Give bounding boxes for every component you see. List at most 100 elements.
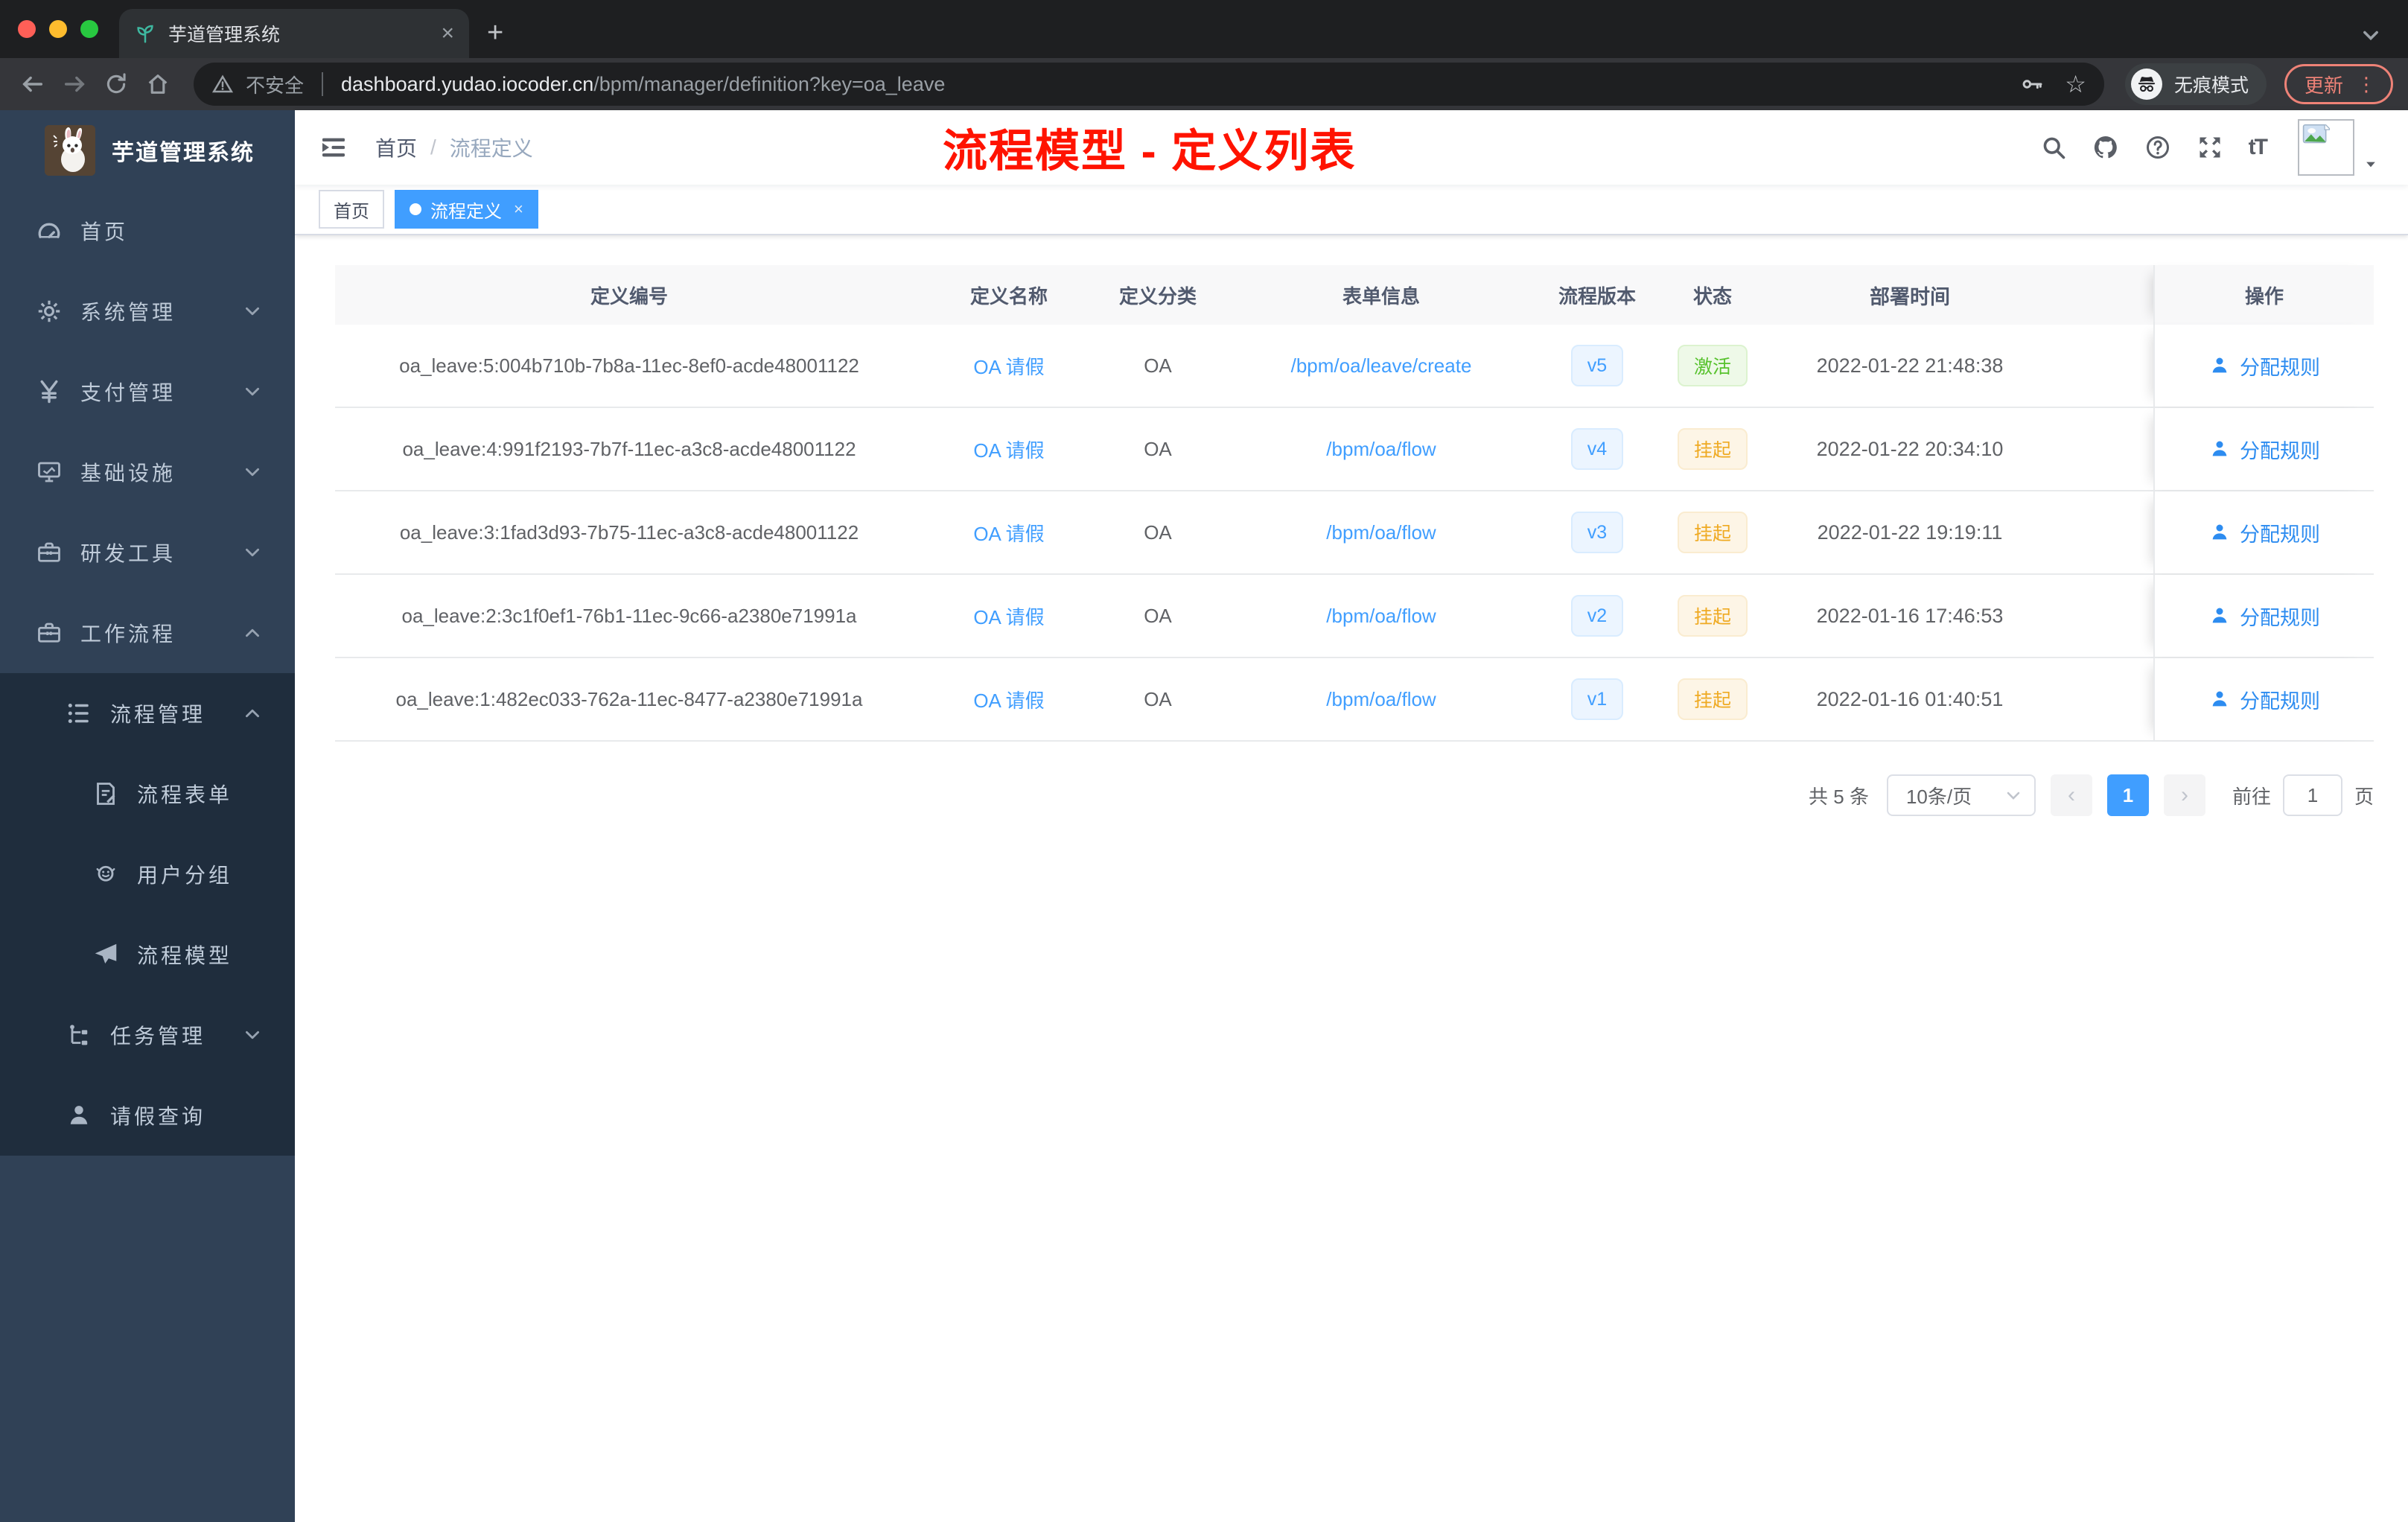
maximize-window-button[interactable]: [80, 20, 98, 38]
browser-tab[interactable]: 芋道管理系统 ×: [119, 9, 469, 58]
version-badge: v1: [1570, 678, 1624, 720]
definition-category: OA: [1144, 604, 1172, 627]
current-page-button[interactable]: 1: [2106, 774, 2149, 816]
user-icon: [2208, 521, 2231, 544]
form-link[interactable]: /bpm/oa/flow: [1326, 438, 1436, 461]
assign-rule-label: 分配规则: [2240, 356, 2320, 379]
assign-rule-link[interactable]: 分配规则: [2208, 518, 2320, 547]
briefcase-icon: [36, 620, 63, 646]
sidebar-logo[interactable]: 芋道管理系统: [0, 110, 295, 191]
tag-close-icon[interactable]: ×: [514, 200, 523, 219]
url-text: dashboard.yudao.iocoder.cn/bpm/manager/d…: [341, 73, 1993, 96]
not-secure-warning-icon: [211, 73, 234, 95]
browser-window: 芋道管理系统 × + 不安全 dashboard.yudao.iocoder.c…: [0, 0, 2408, 1522]
reload-button[interactable]: [98, 66, 134, 102]
password-key-icon[interactable]: [2020, 72, 2044, 96]
goto-page-input[interactable]: 1: [2282, 774, 2342, 816]
prev-page-button[interactable]: ‹: [2050, 774, 2092, 816]
sidebar-item-home[interactable]: 首页: [0, 191, 295, 271]
user-icon: [2208, 688, 2231, 710]
browser-menu-dots-icon[interactable]: ⋮: [2357, 73, 2376, 96]
table-body: oa_leave:5:004b710b-7b8a-11ec-8ef0-acde4…: [335, 325, 2374, 742]
user-avatar-menu[interactable]: [2298, 119, 2378, 176]
status-badge: 挂起: [1677, 595, 1748, 637]
definition-name-link[interactable]: OA 请假: [973, 352, 1044, 380]
definition-name-link[interactable]: OA 请假: [973, 519, 1044, 547]
definition-category: OA: [1144, 437, 1172, 460]
search-icon[interactable]: [2040, 134, 2067, 161]
sidebar-item-system[interactable]: 系统管理: [0, 271, 295, 351]
url-bar[interactable]: 不安全 dashboard.yudao.iocoder.cn/bpm/manag…: [194, 63, 2104, 106]
chevron-icon: [243, 1025, 262, 1045]
definition-name-link[interactable]: OA 请假: [973, 436, 1044, 463]
browser-update-button[interactable]: 更新 ⋮: [2284, 64, 2393, 104]
incognito-badge: 无痕模式: [2124, 63, 2267, 105]
sidebar-item-user-group[interactable]: 用户分组: [0, 834, 295, 914]
breadcrumb-home[interactable]: 首页: [375, 133, 417, 162]
sidebar-item-process-model[interactable]: 流程模型: [0, 914, 295, 995]
tag-home[interactable]: 首页: [319, 190, 384, 229]
sidebar-collapse-icon[interactable]: [319, 133, 348, 162]
user-icon: [2208, 354, 2231, 377]
sidebar-item-task-mgmt[interactable]: 任务管理: [0, 995, 295, 1075]
definition-category: OA: [1144, 354, 1172, 377]
definition-name-link[interactable]: OA 请假: [973, 686, 1044, 713]
sidebar-item-dev-tools[interactable]: 研发工具: [0, 512, 295, 593]
form-link[interactable]: /bpm/oa/flow: [1326, 605, 1436, 628]
sidebar-menu: 首页 系统管理 支付管理 基础设施 研发工具 工作流程 流程管理 流程表单 用户…: [0, 191, 295, 1522]
sidebar-item-process-mgmt[interactable]: 流程管理: [0, 673, 295, 754]
main-area: 首页 / 流程定义 流程模型 - 定义列表 tT 首页 流程定义 × 定义编号 …: [295, 110, 2408, 1522]
tab-search-caret-icon[interactable]: [2360, 24, 2381, 45]
status-badge: 挂起: [1677, 512, 1748, 553]
next-page-button[interactable]: ›: [2163, 774, 2205, 816]
sidebar-item-infrastructure[interactable]: 基础设施: [0, 432, 295, 512]
user-icon: [2208, 438, 2231, 460]
sidebar-item-process-form[interactable]: 流程表单: [0, 754, 295, 834]
deploy-time: 2022-01-22 20:34:10: [1816, 437, 2004, 460]
form-link[interactable]: /bpm/oa/flow: [1326, 521, 1436, 544]
form-icon: [92, 780, 119, 807]
breadcrumb: 首页 / 流程定义: [375, 133, 533, 162]
dashboard-icon: [36, 217, 63, 244]
forward-button[interactable]: [57, 66, 92, 102]
assign-rule-link[interactable]: 分配规则: [2208, 435, 2320, 464]
tree-icon: [66, 1022, 92, 1048]
version-badge: v2: [1570, 595, 1624, 637]
back-button[interactable]: [15, 66, 51, 102]
definition-name-link[interactable]: OA 请假: [973, 602, 1044, 630]
new-tab-button[interactable]: +: [487, 17, 503, 49]
sidebar-item-leave-query[interactable]: 请假查询: [0, 1075, 295, 1156]
page-size-select[interactable]: 10条/页: [1886, 774, 2036, 816]
bookmark-star-icon[interactable]: ☆: [2065, 72, 2086, 96]
form-link[interactable]: /bpm/oa/flow: [1326, 688, 1436, 711]
table-row: oa_leave:3:1fad3d93-7b75-11ec-a3c8-acde4…: [335, 491, 2374, 575]
minimize-window-button[interactable]: [49, 20, 67, 38]
home-button[interactable]: [140, 66, 176, 102]
assign-rule-link[interactable]: 分配规则: [2208, 351, 2320, 380]
monitor-icon: [36, 459, 63, 485]
version-badge: v5: [1570, 345, 1624, 386]
tab-close-icon[interactable]: ×: [441, 22, 454, 45]
sidebar-item-workflow[interactable]: 工作流程: [0, 593, 295, 673]
update-label: 更新: [2304, 74, 2343, 97]
fullscreen-icon[interactable]: [2197, 134, 2223, 161]
close-window-button[interactable]: [18, 20, 36, 38]
goto-label: 前往: [2232, 785, 2271, 808]
github-icon[interactable]: [2092, 134, 2119, 161]
sidebar-item-payment[interactable]: 支付管理: [0, 351, 295, 432]
page-title-annotation: 流程模型 - 定义列表: [943, 126, 1357, 176]
assign-rule-link[interactable]: 分配规则: [2208, 685, 2320, 714]
assign-rule-link[interactable]: 分配规则: [2208, 602, 2320, 631]
version-badge: v3: [1570, 512, 1624, 553]
form-link[interactable]: /bpm/oa/leave/create: [1291, 354, 1472, 378]
app-frame: 芋道管理系统 首页 系统管理 支付管理 基础设施 研发工具 工作流程 流程管理 …: [0, 110, 2408, 1522]
font-size-icon[interactable]: tT: [2249, 135, 2268, 160]
window-controls: [0, 0, 119, 58]
question-icon[interactable]: [2144, 134, 2171, 161]
tag-process-definition[interactable]: 流程定义 ×: [395, 190, 538, 229]
deploy-time: 2022-01-22 19:19:11: [1817, 520, 2003, 544]
url-path: /bpm/manager/definition?key=oa_leave: [593, 72, 946, 95]
chevron-icon: [243, 543, 262, 562]
favicon-leaf-icon: [134, 22, 156, 45]
definition-id: oa_leave:3:1fad3d93-7b75-11ec-a3c8-acde4…: [399, 520, 859, 544]
